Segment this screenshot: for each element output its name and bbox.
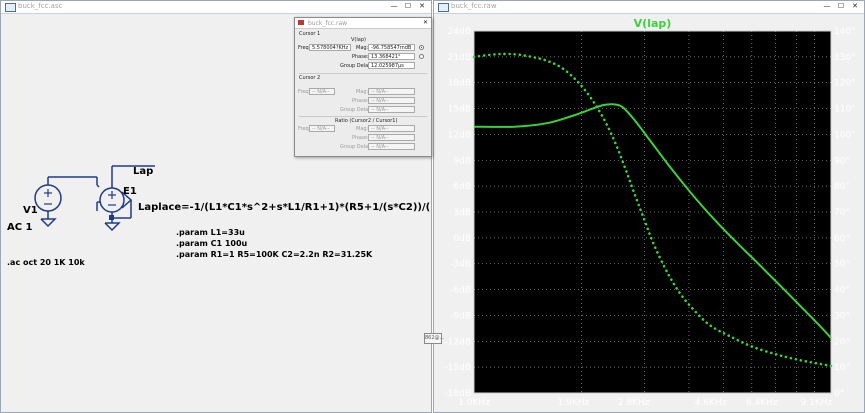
v1-name[interactable]: V1 (23, 205, 38, 216)
bode-plot[interactable]: 24dB 21dB 18dB 15dB 12dB 9dB 6dB 3dB 0dB -3dB -6dB… (434, 14, 865, 413)
y-tick-label-right: 60° (834, 234, 850, 244)
cursor-dialog: buck_fcc.raw ✕ Cursor 1 V(lap) Freq: 5.5… (294, 17, 432, 157)
minimize-button[interactable]: — (822, 2, 832, 10)
y-tick-label-left: 9dB (453, 156, 471, 166)
y-tick-label-left: 12dB (448, 130, 471, 140)
close-icon[interactable]: ✕ (423, 19, 428, 26)
plot-area (474, 31, 831, 393)
maximize-button[interactable]: ☐ (836, 2, 846, 10)
y-tick-label-right: 30° (834, 311, 850, 321)
laplace-expression[interactable]: Laplace=-1/(L1*C1*s^2+s*L1/R1+1)*(R5+1/(… (138, 202, 431, 213)
param-directive[interactable]: .param C1 100u (176, 239, 247, 248)
plot-file-icon (438, 3, 449, 12)
phase-radio[interactable] (419, 54, 424, 59)
close-button[interactable]: ✕ (417, 2, 427, 10)
y-tick-label-left: 15dB (448, 105, 471, 115)
junction-dot (109, 215, 114, 220)
y-tick-label-left: 24dB (448, 27, 471, 37)
group-delay-field[interactable]: 12.025987µs (368, 62, 415, 69)
phase-field[interactable]: 13.368421° (368, 53, 415, 60)
schematic-file-icon (5, 3, 16, 12)
x-tick-label: 1.9KHz (558, 398, 590, 408)
cursor-dialog-title: buck_fcc.raw (308, 20, 348, 27)
mag-radio[interactable] (419, 45, 424, 50)
y-tick-label-right: 130° (834, 53, 856, 63)
cursor1-trace: V(lap) (351, 37, 366, 43)
freq-field[interactable]: 5.578004?KHz (309, 44, 351, 51)
y-tick-label-right: 40° (834, 286, 850, 296)
plot-title: V(lap) (634, 17, 672, 30)
y-tick-label-right: 100° (834, 130, 856, 140)
plot-window: buck_fcc.raw — ☐ ✕ 24dB 21dB 18dB 15dB 12dB 9… (433, 0, 865, 413)
e1-name[interactable]: E1 (123, 186, 137, 197)
ratio-label: Ratio (Cursor2 / Cursor1) (335, 118, 398, 124)
y-tick-label-left: -15dB (444, 363, 471, 373)
phase-ratio-field[interactable]: -- N/A-- (368, 134, 415, 141)
y-tick-label-left: 18dB (448, 79, 471, 89)
y-tick-label-left: 21dB (448, 53, 471, 63)
phase-label: Phase: (352, 54, 369, 60)
y-tick-label-left: -3dB (450, 260, 471, 270)
net-label-lap[interactable]: Lap (133, 166, 153, 177)
v1-source-symbol (34, 184, 62, 212)
cursor1-label: Cursor 1 (299, 31, 321, 37)
ltspice-icon (298, 20, 304, 25)
mag-label: Mag: (356, 45, 369, 51)
y-tick-label-right: 50° (834, 260, 850, 270)
mag-ratio-field[interactable]: -- N/A-- (368, 125, 415, 132)
y-tick-label-left: 0dB (453, 234, 471, 244)
group-delay-ratio-field[interactable]: -- N/A-- (368, 143, 415, 150)
y-tick-label-right: 140° (834, 27, 856, 37)
mag2-label: Mag: (356, 89, 369, 95)
divider (299, 73, 427, 74)
y-tick-label-right: 110° (834, 105, 856, 115)
x-tick-label: 2.8KHz (618, 398, 650, 408)
freq2-field[interactable]: -- N/A-- (309, 88, 335, 95)
ac-analysis-command[interactable]: .ac oct 20 1K 10k (7, 258, 85, 267)
x-tick-label: 6.4KHz (746, 398, 778, 408)
phase-ratio-label: Phase: (352, 135, 369, 141)
divider (299, 116, 427, 117)
y-tick-label-right: 90° (834, 156, 850, 166)
schematic-window-title: buck_fcc.asc (18, 2, 63, 10)
schematic-titlebar[interactable]: buck_fcc.asc — ☐ ✕ (1, 1, 431, 14)
y-tick-label-right: 20° (834, 337, 850, 347)
mag-field[interactable]: -96.758547mdB (368, 44, 415, 51)
x-tick-label: 4.6KHz (695, 398, 727, 408)
phase2-label: Phase: (352, 98, 369, 104)
freq-ratio-field[interactable]: -- N/A-- (309, 125, 335, 132)
param-directive[interactable]: .param L1=33u (176, 228, 245, 237)
mag-ratio-label: Mag: (356, 126, 369, 132)
plot-window-title: buck_fcc.raw (451, 2, 497, 10)
phase2-field[interactable]: -- N/A-- (368, 97, 415, 104)
y-tick-label-right: 70° (834, 208, 850, 218)
plot-titlebar[interactable]: buck_fcc.raw — ☐ ✕ (434, 1, 864, 14)
maximize-button[interactable]: ☐ (403, 2, 413, 10)
cursor-dialog-titlebar[interactable]: buck_fcc.raw ✕ (295, 18, 431, 29)
mag2-field[interactable]: -- N/A-- (368, 88, 415, 95)
y-tick-label-right: 0° (834, 389, 844, 399)
y-tick-label-left: -6dB (450, 286, 471, 296)
y-tick-label-left: -9dB (450, 311, 471, 321)
y-tick-label-left: 6dB (453, 182, 471, 192)
param-directive[interactable]: .param R1=1 R5=100K C2=2.2n R2=31.25K (176, 250, 372, 259)
group-delay2-field[interactable]: -- N/A-- (368, 106, 415, 113)
minimize-button[interactable]: — (389, 2, 399, 10)
tooltip: 862@... (424, 333, 444, 344)
y-tick-label-left: 3dB (453, 208, 471, 218)
y-tick-label-right: 120° (834, 79, 856, 89)
x-tick-label: 9.1KHz (801, 398, 833, 408)
y-tick-label-left: -12dB (444, 337, 471, 347)
v1-value[interactable]: AC 1 (7, 222, 33, 233)
y-tick-label-right: 10° (834, 363, 850, 373)
y-tick-label-right: 80° (834, 182, 850, 192)
x-tick-label: 1.0KHz (458, 398, 490, 408)
cursor2-label: Cursor 2 (299, 75, 321, 81)
close-button[interactable]: ✕ (850, 2, 860, 10)
